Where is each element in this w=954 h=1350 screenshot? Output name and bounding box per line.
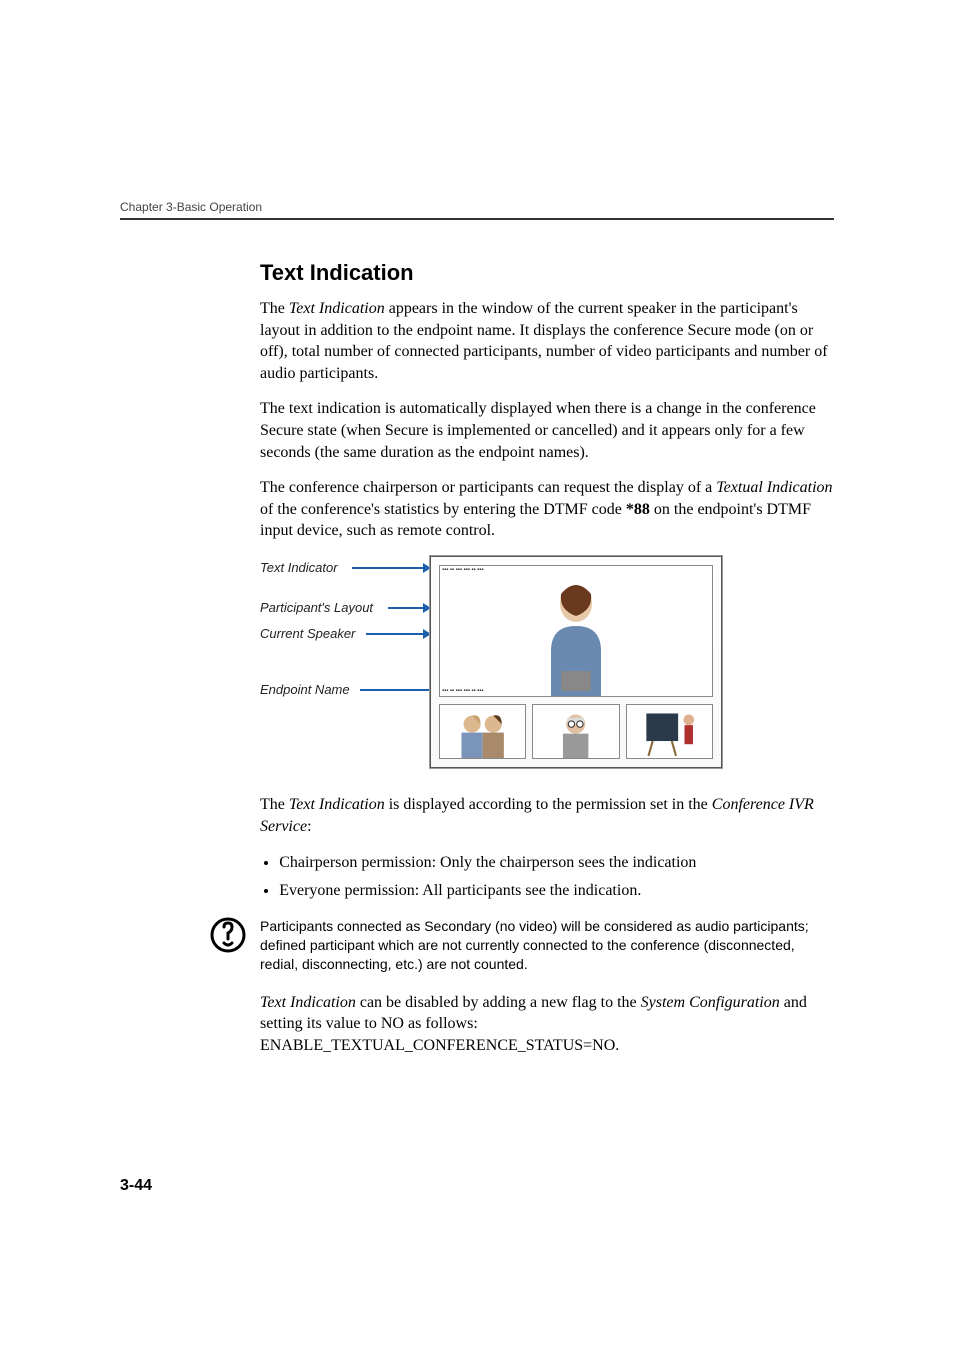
callout-label: Text Indicator — [260, 560, 338, 575]
board-icon — [627, 705, 712, 758]
people-icon — [440, 705, 525, 758]
term-text-indication: Text Indication — [260, 994, 356, 1011]
callout-endpoint-name: Endpoint Name — [260, 682, 350, 697]
figure-thumbnails — [439, 704, 713, 759]
text: The conference chairperson or participan… — [260, 479, 716, 496]
callout-participants-layout: Participant's Layout — [260, 600, 373, 615]
term-text-indication: Text Indication — [289, 796, 385, 813]
term-text-indication: Text Indication — [289, 300, 385, 317]
term-textual-indication: Textual Indication — [716, 479, 832, 496]
figure-screenshot: ▪▪▪ ▪▪ ▪▪▪ ▪▪▪ ▪▪ ▪▪▪ ▪▪▪ ▪▪ ▪▪▪ ▪▪▪ ▪▪ … — [430, 556, 722, 768]
header-rule — [120, 218, 834, 220]
content-column: Text Indication The Text Indication appe… — [260, 260, 834, 1057]
callout-label: Endpoint Name — [260, 682, 350, 697]
overlay-text: ▪▪▪ ▪▪ ▪▪▪ ▪▪▪ ▪▪ ▪▪▪ — [442, 567, 710, 573]
dtmf-code: *88 — [626, 501, 650, 518]
permission-list: Chairperson permission: Only the chairpe… — [260, 851, 834, 903]
term-system-configuration: System Configuration — [641, 994, 780, 1011]
text: : — [307, 818, 311, 835]
list-item: Chairperson permission: Only the chairpe… — [279, 851, 834, 875]
text: is displayed according to the permission… — [385, 796, 712, 813]
figure-layout: Text Indicator Participant's Layout Curr… — [260, 556, 834, 776]
thumbnail — [532, 704, 619, 759]
overlay-text: ▪▪▪ ▪▪ ▪▪▪ ▪▪▪ ▪▪ ▪▪▪ — [442, 688, 710, 694]
note-block: Participants connected as Secondary (no … — [260, 917, 834, 974]
thumbnail — [626, 704, 713, 759]
paragraph-4: The Text Indication is displayed accordi… — [260, 794, 834, 837]
person-icon — [531, 576, 621, 696]
callout-label: Participant's Layout — [260, 600, 373, 615]
thumbnail — [439, 704, 526, 759]
page: Chapter 3-Basic Operation Text Indicatio… — [0, 0, 954, 1255]
arrow-icon — [388, 607, 430, 609]
text: The — [260, 300, 289, 317]
callout-text-indicator: Text Indicator — [260, 560, 338, 575]
person-icon — [533, 705, 618, 758]
figure-main-pane: ▪▪▪ ▪▪ ▪▪▪ ▪▪▪ ▪▪ ▪▪▪ ▪▪▪ ▪▪ ▪▪▪ ▪▪▪ ▪▪ … — [439, 565, 713, 697]
running-header: Chapter 3-Basic Operation — [120, 200, 834, 214]
text: can be disabled by adding a new flag to … — [356, 994, 641, 1011]
callout-current-speaker: Current Speaker — [260, 626, 355, 641]
paragraph-5: Text Indication can be disabled by addin… — [260, 992, 834, 1057]
arrow-icon — [366, 633, 430, 635]
paragraph-3: The conference chairperson or participan… — [260, 477, 834, 542]
paragraph-2: The text indication is automatically dis… — [260, 398, 834, 463]
list-item: Everyone permission: All participants se… — [279, 879, 834, 903]
callout-label: Current Speaker — [260, 626, 355, 641]
note-text: Participants connected as Secondary (no … — [260, 917, 834, 974]
section-title: Text Indication — [260, 260, 834, 286]
text: The — [260, 796, 289, 813]
arrow-icon — [352, 567, 430, 569]
page-number: 3-44 — [120, 1177, 834, 1195]
text: of the conference's statistics by enteri… — [260, 501, 626, 518]
note-icon — [210, 917, 246, 953]
paragraph-1: The Text Indication appears in the windo… — [260, 298, 834, 384]
